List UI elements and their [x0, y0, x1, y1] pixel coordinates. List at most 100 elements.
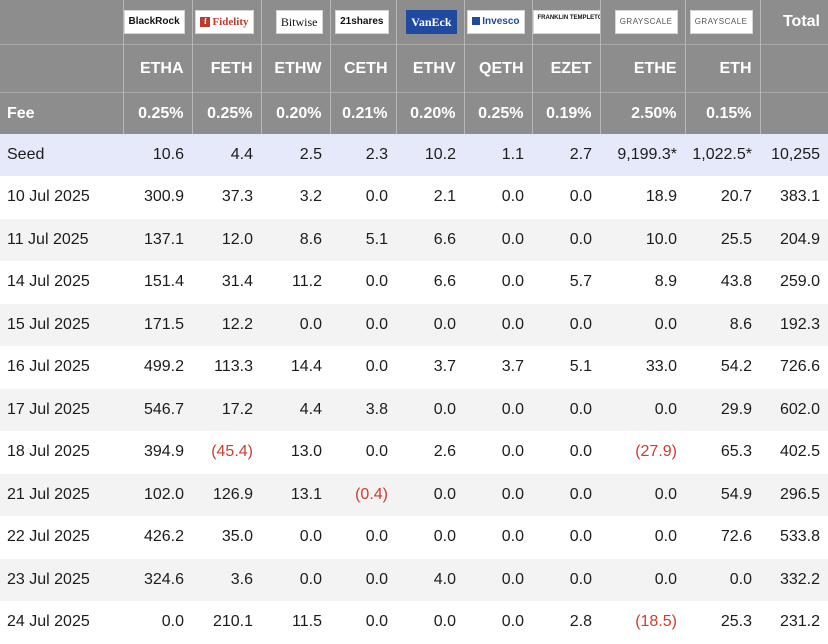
row-label: 23 Jul 2025 [0, 558, 123, 601]
issuer-logo-cell: Invesco [464, 0, 533, 45]
issuer-logo-cell: GRAYSCALE [685, 0, 761, 45]
flow-cell: 11.5 [292, 613, 322, 631]
flow-cell: 4.4 [192, 134, 261, 176]
flow-cell: 137.1 [123, 218, 192, 261]
flow-cell: (18.5) [635, 613, 677, 631]
row-label: 10 Jul 2025 [7, 188, 90, 206]
flow-cell: 151.4 [143, 273, 184, 291]
flow-cell: 0.0 [532, 218, 600, 261]
issuer-logo-cell: 21shares [330, 0, 397, 45]
ticker-cell: ETHW [261, 44, 331, 93]
issuer-logo-cell: BlackRock [123, 0, 193, 45]
table-row: 21 Jul 2025 102.0 126.9 13.1 (0.4) 0.0 0.0 0.0 0… [0, 473, 828, 516]
total-cell: 332.2 [760, 558, 828, 601]
flow-cell: 4.4 [261, 388, 330, 431]
flow-cell: 0.0 [532, 303, 600, 346]
flow-cell: 12.0 [192, 218, 261, 261]
ticker-total-cell [760, 44, 828, 93]
flow-cell: 8.9 [654, 273, 677, 291]
flow-cell: 4.0 [396, 558, 464, 601]
flow-cell: 3.7 [501, 358, 524, 376]
flow-cell: 0.0 [600, 558, 685, 601]
flow-cell: 65.3 [720, 443, 752, 461]
flow-cell: 0.0 [365, 613, 388, 631]
row-label: 15 Jul 2025 [0, 303, 123, 346]
row-label: 17 Jul 2025 [0, 388, 123, 431]
flow-cell: (45.4) [211, 443, 253, 461]
flow-cell: 0.0 [261, 303, 330, 346]
flow-cell: 6.6 [396, 218, 464, 261]
ticker-cell: EZET [532, 44, 601, 93]
flow-cell: 6.6 [433, 273, 456, 291]
flow-cell: 0.0 [501, 443, 524, 461]
flow-cell: 0.0 [685, 558, 760, 601]
ticker-cell: ETHA [123, 44, 193, 93]
flow-cell: 0.0 [464, 388, 532, 431]
flow-cell: 17.2 [192, 388, 261, 431]
total-cell: 402.5 [779, 443, 820, 461]
fee-cell: 2.50% [600, 92, 686, 134]
flow-cell: 0.0 [501, 273, 524, 291]
blackrock-logo: BlackRock [123, 10, 185, 34]
flow-cell: 0.0 [532, 388, 600, 431]
table-row: 10 Jul 2025 300.9 37.3 3.2 0.0 2.1 0.0 0.0 18.9 2… [0, 176, 828, 219]
ticker-label-cell [0, 44, 124, 93]
flow-cell: (0.4) [330, 473, 396, 516]
flow-cell: 171.5 [123, 303, 192, 346]
grayscale-logo: GRAYSCALE [614, 10, 678, 34]
franklin-templeton-logo: FRANKLIN TEMPLETON [532, 10, 599, 34]
row-label: 11 Jul 2025 [0, 218, 123, 261]
issuer-logo-cell: f Fidelity [192, 0, 262, 45]
fee-total-cell [760, 92, 828, 134]
flow-cell: 29.9 [685, 388, 760, 431]
flow-cell: 31.4 [221, 273, 253, 291]
flow-cell: 35.0 [221, 528, 253, 546]
issuer-logo-cell: Bitwise [261, 0, 331, 45]
row-label: 21 Jul 2025 [0, 473, 123, 516]
flow-cell: 0.0 [600, 303, 685, 346]
flow-cell: 0.0 [261, 558, 330, 601]
table-row: 16 Jul 2025 499.2 113.3 14.4 0.0 3.7 3.7 5.1 33.… [0, 346, 828, 389]
flow-cell: 3.6 [192, 558, 261, 601]
flow-cell: 3.8 [330, 388, 396, 431]
flow-cell: 13.0 [290, 443, 322, 461]
flow-cell: 0.0 [396, 388, 464, 431]
flow-cell: 18.9 [645, 188, 677, 206]
flow-cell: 2.7 [532, 134, 600, 176]
flow-cell: 54.9 [685, 473, 760, 516]
ticker-cell: QETH [464, 44, 533, 93]
flow-cell: 0.0 [464, 558, 532, 601]
flow-cell: 0.0 [600, 473, 685, 516]
total-cell: 10,255 [760, 134, 828, 176]
flow-cell: 546.7 [123, 388, 192, 431]
ticker-cell: ETH [685, 44, 761, 93]
flow-cell: 5.1 [330, 218, 396, 261]
flow-cell: 113.3 [214, 358, 253, 376]
flow-cell: 9,199.3* [600, 134, 685, 176]
flow-cell: 324.6 [123, 558, 192, 601]
flow-cell: 102.0 [123, 473, 192, 516]
table-row: 14 Jul 2025 151.4 31.4 11.2 0.0 6.6 0.0 5.7 8.9 4… [0, 261, 828, 304]
flow-cell: 2.8 [569, 613, 592, 631]
total-cell: 296.5 [760, 473, 828, 516]
table-row: 18 Jul 2025 394.9 (45.4) 13.0 0.0 2.6 0.0 0.0 (2… [0, 431, 828, 474]
flow-cell: 0.0 [396, 303, 464, 346]
flow-cell: 0.0 [365, 443, 388, 461]
flow-cell: 0.0 [365, 273, 388, 291]
flow-cell: 0.0 [654, 528, 677, 546]
grayscale-logo: GRAYSCALE [689, 10, 753, 34]
invesco-logo: Invesco [467, 10, 525, 34]
flow-cell: 0.0 [532, 558, 600, 601]
total-cell: 192.3 [760, 303, 828, 346]
row-label: 22 Jul 2025 [7, 528, 90, 546]
row-label: Seed [0, 134, 123, 176]
flow-cell: 210.1 [212, 613, 253, 631]
flow-cell: 0.0 [365, 528, 388, 546]
flow-cell: 0.0 [433, 613, 456, 631]
table-row: 22 Jul 2025 426.2 35.0 0.0 0.0 0.0 0.0 0.0 0.0 72… [0, 516, 828, 559]
flow-cell: 1.1 [464, 134, 532, 176]
row-label: 14 Jul 2025 [7, 273, 90, 291]
flow-cell: 0.0 [330, 558, 396, 601]
row-label: 24 Jul 2025 [7, 613, 90, 631]
table-row: 23 Jul 2025 324.6 3.6 0.0 0.0 4.0 0.0 0.0 0.0 0.0… [0, 558, 828, 601]
